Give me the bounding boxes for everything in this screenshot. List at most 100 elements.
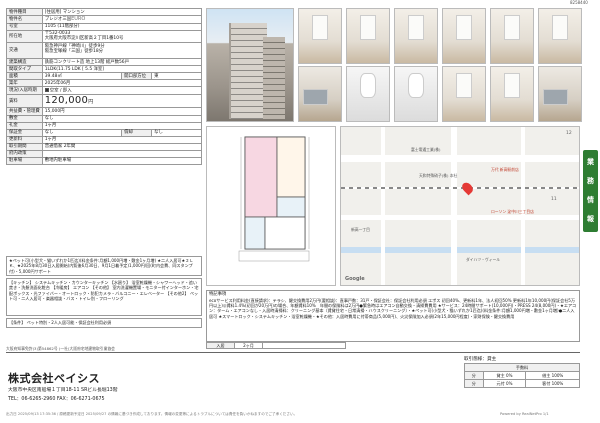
road-shape — [341, 155, 579, 162]
business-info-tab[interactable]: 業 務 情 報 — [583, 150, 598, 232]
deal-terms: 取引態様：貸主 手数料 分 貸主 0% 借主 100% 分 元付 0% 客付 1… — [464, 356, 580, 388]
floor-plan[interactable] — [206, 126, 336, 286]
interior-photo-3[interactable] — [394, 8, 438, 64]
area-value: 39.48㎡ — [41, 72, 123, 81]
address-value: 大阪府大阪市淀川区新高２丁目1番10号 — [44, 36, 124, 42]
amort-value: なし — [151, 128, 202, 137]
washroom-photo[interactable] — [394, 66, 438, 122]
window-shape — [455, 73, 473, 98]
direction-value: 東 — [151, 72, 202, 81]
availability-value: 2ヶ月 — [235, 343, 263, 348]
lobby-photo[interactable] — [538, 66, 582, 122]
room-value: 1105 (11階部分) — [41, 22, 203, 31]
insurance-label: 府内政策 — [6, 149, 43, 158]
commission-cell: 貸主 0% — [482, 371, 527, 380]
side-tab-char: 情 — [587, 196, 594, 204]
renewal-value: 1ヶ月 — [41, 135, 203, 144]
layout-label: 間取タイプ — [6, 65, 43, 74]
side-tab-char: 業 — [587, 158, 594, 166]
direction-label: 開口部方位 — [121, 72, 153, 81]
status-label: 現況/入居時期 — [6, 86, 43, 95]
status-vacant: 空室 — [49, 88, 59, 94]
insurance-value — [41, 149, 203, 158]
map-label-5: ダイハツ・ヴィール — [466, 257, 501, 262]
conditions-note: 【条件】 ペット特別・2人入居可能・保証会社利用必須 — [6, 318, 202, 328]
location-map[interactable]: 富士電通工業(株) 万代 新高駅前店 天和特殊硝子(株) 本社 ローソン 淀中川… — [340, 126, 580, 286]
entrance-photo[interactable] — [490, 66, 534, 122]
interior-photo-6[interactable] — [538, 8, 582, 64]
rail-line — [341, 187, 579, 189]
counter-shape — [303, 88, 329, 105]
interior-photo-4[interactable] — [442, 8, 486, 64]
type-value: [住居用] マンション — [41, 7, 203, 17]
window-shape — [359, 15, 377, 40]
status-plan: 即入 — [62, 88, 72, 94]
renewal-label: 更新料 — [6, 135, 43, 144]
road-shape — [341, 215, 579, 220]
company-address: 大阪市中央区南船場１丁目18-11 SRビル長堀13階 — [8, 388, 118, 393]
interior-photo-1[interactable] — [298, 8, 342, 64]
map-label-2: 万代 新高駅前店 — [491, 167, 519, 172]
availability-label: 入居 — [207, 343, 235, 348]
availability-row: 入居 2ヶ月 — [206, 342, 346, 349]
map-label-3: 天和特殊硝子(株) 本社 — [419, 173, 458, 178]
traffic-cell: 阪急神戸線「神崎川」徒歩9分 阪急宝塚線「三国」徒歩18分 — [41, 41, 203, 60]
address-cell: 〒532-0033 大阪府大阪市淀川区新高２丁目1番10号 — [41, 29, 203, 44]
rent-label: 賃料 — [6, 93, 43, 109]
commission-cell: 分 — [464, 379, 484, 388]
bath-photo[interactable] — [346, 66, 390, 122]
building-facade-shape — [229, 23, 267, 119]
common-value: 15,000円 — [41, 107, 203, 116]
building-side-shape — [263, 37, 285, 119]
side-tab-char: 務 — [587, 177, 594, 185]
built-value: 2025年06月 — [41, 79, 203, 88]
parking-value: 敷地内駐車場 — [41, 156, 203, 165]
interior-photo-5[interactable] — [490, 8, 534, 64]
status-vacant-checkbox — [44, 87, 49, 92]
counter-shape — [543, 88, 569, 105]
traffic-label: 交通 — [6, 41, 43, 60]
side-tab-char: 報 — [587, 215, 594, 223]
equipment-note: 【キッチン】 システムキッチン・カウンターキッチン 【水廻り】 浴室乾燥機・シャ… — [6, 278, 202, 316]
commission-table: 手数料 分 貸主 0% 借主 100% 分 元付 0% 客付 100% — [464, 363, 580, 388]
name-cell: プレジオ三国EURO — [41, 15, 203, 24]
structure-label: 建築構造 — [6, 58, 43, 67]
location-pin-icon — [460, 180, 475, 196]
floor-plan-drawing — [238, 136, 310, 262]
special-remarks: 特記事項 ecoサービス利用料金(直接請求)：テラシ、鍵交換費用2万円(要相談)… — [206, 290, 580, 342]
hallway-photo[interactable] — [442, 66, 486, 122]
pet-note: ★ペット可(小型犬・猫いずれか1匹迄)(料金条件:月額1,000円増・敷金1ヶ月… — [6, 256, 202, 276]
kitchen-photo[interactable] — [298, 66, 342, 122]
rent-value: 120,000 — [44, 95, 89, 107]
interior-photo-2[interactable] — [346, 8, 390, 64]
map-label-1: 富士電通工業(株) — [411, 147, 441, 152]
name-label: 物件名 — [6, 15, 43, 24]
contract-label: 取引期間 — [6, 142, 43, 151]
deposit-label: 敷金 — [6, 114, 43, 123]
commission-cell: 分 — [464, 371, 484, 380]
building-exterior-photo[interactable] — [206, 8, 294, 122]
basin-shape — [407, 73, 425, 98]
map-label-6: 新高一丁目 — [351, 227, 370, 232]
area-label: 面積 — [6, 72, 43, 81]
window-shape — [503, 73, 521, 98]
key-money-label: 礼金 — [6, 121, 43, 130]
built-label: 築年 — [6, 79, 43, 88]
company-name: 株式会社ベイシス — [8, 372, 100, 385]
window-shape — [407, 15, 425, 40]
parking-label: 駐車場 — [6, 156, 43, 165]
status-cell: 空室 / 即入 — [41, 86, 203, 95]
commission-cell: 客付 100% — [525, 379, 580, 388]
property-table: 物件種目 [住居用] マンション 物件名 プレジオ三国EURO 号室 1105 … — [6, 7, 203, 165]
guarantee-label: 保証金 — [6, 128, 43, 137]
remarks-text: ecoサービス利用料金(直接請求)：テラシ、鍵交換費用2万円(要相談)：直事戸数… — [209, 297, 577, 319]
name-eng: EURO — [71, 15, 86, 22]
address-label: 所在地 — [6, 29, 43, 44]
window-shape — [551, 15, 569, 40]
amort-label: 償却 — [121, 128, 153, 137]
type-label: 物件種目 — [6, 7, 43, 17]
road-shape — [451, 127, 457, 285]
map-block-number: 12 — [566, 131, 572, 136]
company-phone: TEL：06-6265-2960 FAX：06-6271-0675 — [8, 397, 105, 402]
map-label-4: ローソン 淀中川三丁目店 — [491, 209, 534, 214]
